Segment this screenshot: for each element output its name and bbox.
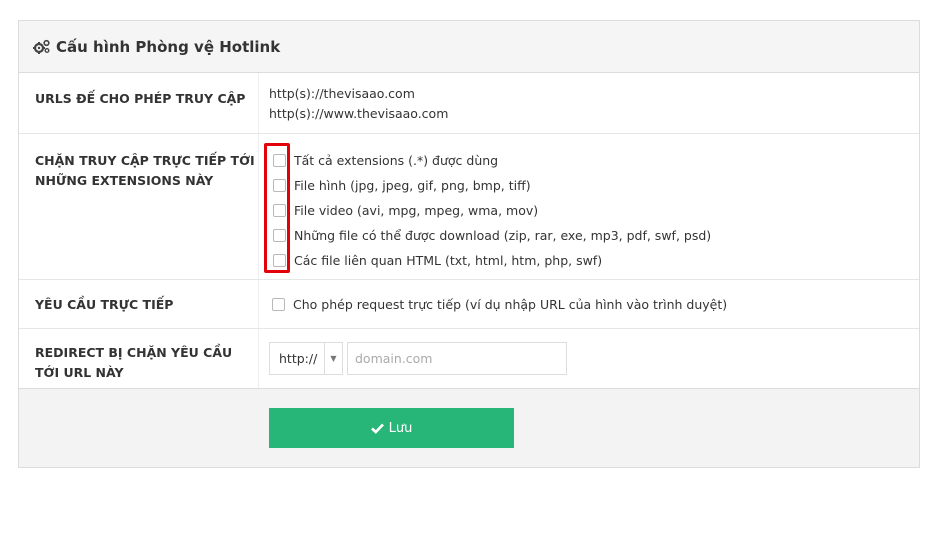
- gears-icon: [33, 39, 51, 55]
- checkbox-label: Những file có thể được download (zip, ra…: [294, 228, 712, 243]
- redirect-label: REDIRECT BỊ CHẶN YÊU CẦU TỚI URL NÀY: [19, 329, 259, 388]
- protocol-select-value: http://: [279, 351, 318, 366]
- highlight-annotation: [264, 143, 290, 273]
- extension-option-downloads[interactable]: Những file có thể được download (zip, ra…: [269, 223, 919, 248]
- check-icon: [370, 423, 384, 434]
- block-extensions-label: CHẶN TRUY CẬP TRỰC TIẾP TỚI NHỮNG EXTENS…: [19, 134, 259, 279]
- save-button-label: Lưu: [388, 420, 413, 436]
- allowed-urls-label: URLS ĐẾ CHO PHÉP TRUY CẬP: [19, 73, 259, 133]
- save-button[interactable]: Lưu: [269, 408, 514, 448]
- allowed-url-item: http(s)://thevisaao.com: [269, 86, 415, 101]
- allowed-urls-list: http(s)://thevisaao.com http(s)://www.th…: [259, 73, 919, 133]
- direct-request-label: YÊU CẦU TRỰC TIẾP: [19, 280, 259, 328]
- hotlink-protection-panel: Cấu hình Phòng vệ Hotlink URLS ĐẾ CHO PH…: [18, 20, 920, 468]
- checkbox-label: Tất cả extensions (.*) được dùng: [294, 153, 499, 168]
- checkbox[interactable]: [272, 297, 285, 311]
- extension-option-images[interactable]: File hình (jpg, jpeg, gif, png, bmp, tif…: [269, 173, 919, 198]
- allowed-url-item: http(s)://www.thevisaao.com: [269, 106, 449, 121]
- checkbox-label: Cho phép request trực tiếp (ví dụ nhập U…: [293, 296, 728, 312]
- direct-request-option[interactable]: Cho phép request trực tiếp (ví dụ nhập U…: [259, 280, 919, 328]
- redirect-row: REDIRECT BỊ CHẶN YÊU CẦU TỚI URL NÀY htt…: [19, 329, 919, 389]
- checkbox-label: File hình (jpg, jpeg, gif, png, bmp, tif…: [294, 178, 531, 193]
- redirect-controls: http:// ▼: [259, 329, 919, 388]
- caret-down-icon[interactable]: ▼: [324, 343, 342, 374]
- panel-title-text: Cấu hình Phòng vệ Hotlink: [56, 37, 281, 56]
- panel-header: Cấu hình Phòng vệ Hotlink: [19, 21, 919, 73]
- block-extensions-row: CHẶN TRUY CẬP TRỰC TIẾP TỚI NHỮNG EXTENS…: [19, 134, 919, 280]
- checkbox-label: File video (avi, mpg, mpeg, wma, mov): [294, 203, 539, 218]
- direct-request-row: YÊU CẦU TRỰC TIẾP Cho phép request trực …: [19, 280, 919, 329]
- form-footer: Lưu: [19, 389, 919, 467]
- extension-options: Tất cả extensions (.*) được dùng File hì…: [259, 134, 919, 279]
- extension-option-video[interactable]: File video (avi, mpg, mpeg, wma, mov): [269, 198, 919, 223]
- panel-title: Cấu hình Phòng vệ Hotlink: [33, 38, 280, 56]
- domain-input[interactable]: [347, 342, 567, 375]
- protocol-select[interactable]: http:// ▼: [269, 342, 343, 375]
- extension-option-all[interactable]: Tất cả extensions (.*) được dùng: [269, 148, 919, 173]
- allowed-urls-row: URLS ĐẾ CHO PHÉP TRUY CẬP http(s)://thev…: [19, 73, 919, 134]
- extension-option-html[interactable]: Các file liên quan HTML (txt, html, htm,…: [269, 248, 919, 273]
- checkbox-label: Các file liên quan HTML (txt, html, htm,…: [294, 253, 603, 268]
